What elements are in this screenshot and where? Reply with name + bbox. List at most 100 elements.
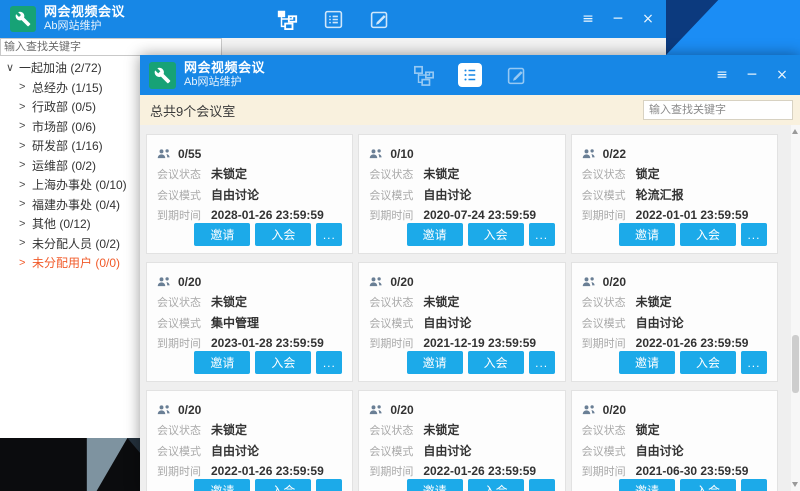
participants-icon — [582, 404, 597, 416]
join-button[interactable]: 入会 — [468, 479, 524, 491]
minimize-button[interactable]: ─ — [610, 12, 626, 26]
invite-button[interactable]: 邀请 — [194, 479, 250, 491]
status-value: 未锁定 — [423, 165, 459, 182]
meeting-room-card: 语文课堂 0/20 会议状态 未锁定 会议模式 自由讨论 到期时间 2022-0… — [358, 390, 565, 491]
tree-chevron-icon[interactable]: > — [19, 101, 32, 113]
tree-chevron-icon[interactable]: > — [19, 140, 32, 152]
invite-button[interactable]: 邀请 — [194, 223, 250, 246]
tree-chevron-icon[interactable]: > — [19, 237, 32, 249]
expire-row: 到期时间 2028-01-26 23:59:59 — [157, 207, 342, 223]
more-options-button[interactable]: ... — [741, 479, 767, 491]
participants-icon — [369, 404, 384, 416]
scrollbar-thumb[interactable] — [792, 335, 799, 393]
tree-chevron-icon[interactable]: > — [19, 159, 32, 171]
mode-label: 会议模式 — [157, 187, 211, 203]
more-options-button[interactable]: ... — [529, 223, 555, 246]
more-options-button[interactable]: ... — [741, 351, 767, 374]
bg-app-subtitle: Ab网站维护 — [44, 20, 125, 33]
status-value: 锁定 — [636, 421, 660, 438]
invite-button[interactable]: 邀请 — [619, 223, 675, 246]
expire-row: 到期时间 2020-07-24 23:59:59 — [369, 207, 554, 223]
status-row: 会议状态 未锁定 — [369, 293, 554, 310]
meeting-list-icon[interactable] — [321, 7, 345, 31]
occupancy-row: 0/10 — [369, 147, 554, 161]
org-chart-icon[interactable] — [275, 7, 299, 31]
expire-value: 2020-07-24 23:59:59 — [423, 208, 536, 222]
join-button[interactable]: 入会 — [680, 351, 736, 374]
mode-label: 会议模式 — [582, 187, 636, 203]
join-button[interactable]: 入会 — [680, 223, 736, 246]
scroll-down-arrow-icon[interactable] — [792, 482, 798, 487]
bg-window-controls: ≡ ─ × — [580, 0, 656, 38]
org-chart-icon[interactable] — [412, 63, 436, 87]
bg-titlebar[interactable]: 网会视频会议 Ab网站维护 ≡ ─ × — [0, 0, 666, 38]
tree-item-label: 其他 (0/12) — [32, 215, 91, 232]
desktop-wallpaper-top-right — [666, 0, 800, 55]
join-button[interactable]: 入会 — [680, 479, 736, 491]
invite-button[interactable]: 邀请 — [407, 223, 463, 246]
status-label: 会议状态 — [157, 422, 211, 438]
compose-edit-icon[interactable] — [367, 7, 391, 31]
status-row: 会议状态 未锁定 — [157, 421, 342, 438]
close-button[interactable]: × — [774, 68, 790, 82]
tree-chevron-icon[interactable]: > — [19, 198, 32, 210]
invite-button[interactable]: 邀请 — [407, 479, 463, 491]
status-label: 会议状态 — [582, 294, 636, 310]
join-button[interactable]: 入会 — [468, 223, 524, 246]
expire-row: 到期时间 2023-01-28 23:59:59 — [157, 335, 342, 351]
tree-chevron-icon[interactable]: > — [19, 179, 32, 191]
scroll-up-arrow-icon[interactable] — [792, 129, 798, 134]
room-name: 语文课堂 — [369, 398, 554, 399]
close-button[interactable]: × — [640, 12, 656, 26]
room-search-input[interactable] — [643, 100, 793, 120]
expire-value: 2028-01-26 23:59:59 — [211, 208, 324, 222]
more-options-button[interactable]: ... — [529, 479, 555, 491]
card-actions: 邀请 入会 ... — [157, 223, 342, 246]
more-options-button[interactable]: ... — [316, 479, 342, 491]
invite-button[interactable]: 邀请 — [407, 351, 463, 374]
meeting-room-card: Test Room 测试教室 0/10 会议状态 未锁定 会议模式 自由讨论 到… — [358, 134, 565, 254]
menu-button[interactable]: ≡ — [714, 68, 730, 82]
join-button[interactable]: 入会 — [468, 351, 524, 374]
mode-label: 会议模式 — [582, 443, 636, 459]
invite-button[interactable]: 邀请 — [619, 351, 675, 374]
invite-button[interactable]: 邀请 — [619, 479, 675, 491]
status-row: 会议状态 未锁定 — [369, 421, 554, 438]
expire-row: 到期时间 2022-01-01 23:59:59 — [582, 207, 767, 223]
occupancy-row: 0/20 — [369, 275, 554, 289]
card-actions: 邀请 入会 ... — [369, 351, 554, 374]
card-actions: 邀请 入会 ... — [582, 351, 767, 374]
tree-chevron-icon[interactable]: > — [19, 120, 32, 132]
expire-label: 到期时间 — [369, 463, 423, 479]
status-row: 会议状态 未锁定 — [157, 293, 342, 310]
mode-value: 集中管理 — [211, 314, 259, 331]
more-options-button[interactable]: ... — [529, 351, 555, 374]
more-options-button[interactable]: ... — [316, 351, 342, 374]
meeting-rooms-window: 网会视频会议 Ab网站维护 ≡ ─ × 总共9个会议室 — [140, 55, 800, 491]
minimize-button[interactable]: ─ — [744, 68, 760, 82]
tree-chevron-icon[interactable]: ∨ — [6, 61, 19, 74]
contact-search-input[interactable] — [0, 38, 222, 56]
invite-button[interactable]: 邀请 — [194, 351, 250, 374]
more-options-button[interactable]: ... — [316, 223, 342, 246]
card-actions: 邀请 入会 ... — [369, 223, 554, 246]
tree-chevron-icon[interactable]: > — [19, 257, 32, 269]
join-button[interactable]: 入会 — [255, 351, 311, 374]
join-button[interactable]: 入会 — [255, 223, 311, 246]
tree-item-label: 未分配用户 (0/0) — [32, 254, 120, 271]
meeting-room-card: 测试会议室8 0/20 会议状态 锁定 会议模式 自由讨论 到期时间 2021-… — [571, 390, 778, 491]
tree-chevron-icon[interactable]: > — [19, 218, 32, 230]
mode-label: 会议模式 — [582, 315, 636, 331]
fg-titlebar[interactable]: 网会视频会议 Ab网站维护 ≡ ─ × — [140, 55, 800, 95]
menu-button[interactable]: ≡ — [580, 12, 596, 26]
status-label: 会议状态 — [157, 294, 211, 310]
tree-chevron-icon[interactable]: > — [19, 81, 32, 93]
vertical-scrollbar[interactable] — [791, 125, 800, 491]
meeting-list-icon-active[interactable] — [458, 63, 482, 87]
status-label: 会议状态 — [369, 166, 423, 182]
mode-value: 自由讨论 — [423, 442, 471, 459]
more-options-button[interactable]: ... — [741, 223, 767, 246]
join-button[interactable]: 入会 — [255, 479, 311, 491]
expire-row: 到期时间 2022-01-26 23:59:59 — [369, 463, 554, 479]
compose-edit-icon[interactable] — [504, 63, 528, 87]
